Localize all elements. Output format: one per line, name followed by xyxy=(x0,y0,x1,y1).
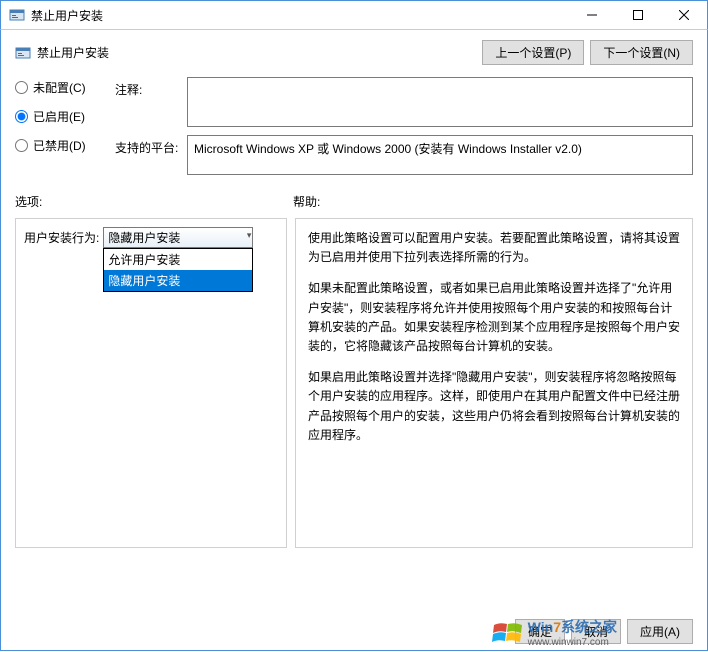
radio-disabled-label: 已禁用(D) xyxy=(33,137,86,154)
policy-title: 禁止用户安装 xyxy=(37,44,482,61)
window-title: 禁止用户安装 xyxy=(31,7,569,24)
next-setting-button[interactable]: 下一个设置(N) xyxy=(590,40,693,65)
ok-button[interactable]: 确定 xyxy=(515,619,565,644)
radio-disabled-input[interactable] xyxy=(15,139,28,152)
comment-label: 注释: xyxy=(115,77,187,98)
apply-button[interactable]: 应用(A) xyxy=(627,619,693,644)
content-area: 禁止用户安装 上一个设置(P) 下一个设置(N) 未配置(C) 已启用(E) 已… xyxy=(0,30,708,651)
radio-not-configured[interactable]: 未配置(C) xyxy=(15,79,97,96)
minimize-button[interactable] xyxy=(569,1,615,30)
help-section-label: 帮助: xyxy=(293,193,320,210)
config-area: 未配置(C) 已启用(E) 已禁用(D) 注释: 支持的平台: Microsof… xyxy=(15,77,693,183)
header-row: 禁止用户安装 上一个设置(P) 下一个设置(N) xyxy=(15,40,693,65)
options-section-label: 选项: xyxy=(15,193,293,210)
help-paragraph-3: 如果启用此策略设置并选择"隐藏用户安装"，则安装程序将忽略按照每个用户安装的应用… xyxy=(308,368,680,445)
radio-not-configured-label: 未配置(C) xyxy=(33,79,86,96)
radio-enabled[interactable]: 已启用(E) xyxy=(15,108,97,125)
platform-label: 支持的平台: xyxy=(115,135,187,156)
cancel-button[interactable]: 取消 xyxy=(571,619,621,644)
radio-disabled[interactable]: 已禁用(D) xyxy=(15,137,97,154)
combobox-dropdown: 允许用户安装 隐藏用户安装 xyxy=(103,248,253,292)
help-paragraph-1: 使用此策略设置可以配置用户安装。若要配置此策略设置，请将其设置为已启用并使用下拉… xyxy=(308,229,680,267)
close-button[interactable] xyxy=(661,1,707,30)
lower-area: 用户安装行为: 隐藏用户安装 ▾ 允许用户安装 隐藏用户安装 使用此策略设置可以… xyxy=(15,218,693,548)
help-panel: 使用此策略设置可以配置用户安装。若要配置此策略设置，请将其设置为已启用并使用下拉… xyxy=(295,218,693,548)
combobox-option-allow[interactable]: 允许用户安装 xyxy=(104,249,252,270)
behavior-label: 用户安装行为: xyxy=(24,229,99,246)
platform-field: Microsoft Windows XP 或 Windows 2000 (安装有… xyxy=(187,135,693,175)
help-paragraph-2: 如果未配置此策略设置，或者如果已启用此策略设置并选择了"允许用户安装"，则安装程… xyxy=(308,279,680,356)
combobox-option-hide[interactable]: 隐藏用户安装 xyxy=(104,270,252,291)
footer-buttons: 确定 取消 应用(A) xyxy=(515,619,693,644)
radio-not-configured-input[interactable] xyxy=(15,81,28,94)
combobox-display[interactable]: 隐藏用户安装 ▾ xyxy=(103,227,253,248)
maximize-button[interactable] xyxy=(615,1,661,30)
chevron-down-icon: ▾ xyxy=(247,230,252,241)
window-controls xyxy=(569,1,707,30)
radio-enabled-label: 已启用(E) xyxy=(33,108,85,125)
app-icon xyxy=(9,7,25,23)
comment-field[interactable] xyxy=(187,77,693,127)
state-radios: 未配置(C) 已启用(E) 已禁用(D) xyxy=(15,77,97,183)
section-labels: 选项: 帮助: xyxy=(15,193,693,210)
prev-setting-button[interactable]: 上一个设置(P) xyxy=(482,40,584,65)
policy-icon xyxy=(15,45,31,61)
combobox-value: 隐藏用户安装 xyxy=(108,229,180,246)
radio-enabled-input[interactable] xyxy=(15,110,28,123)
options-panel: 用户安装行为: 隐藏用户安装 ▾ 允许用户安装 隐藏用户安装 xyxy=(15,218,287,548)
titlebar: 禁止用户安装 xyxy=(0,0,708,30)
behavior-combobox[interactable]: 隐藏用户安装 ▾ 允许用户安装 隐藏用户安装 xyxy=(103,227,253,248)
